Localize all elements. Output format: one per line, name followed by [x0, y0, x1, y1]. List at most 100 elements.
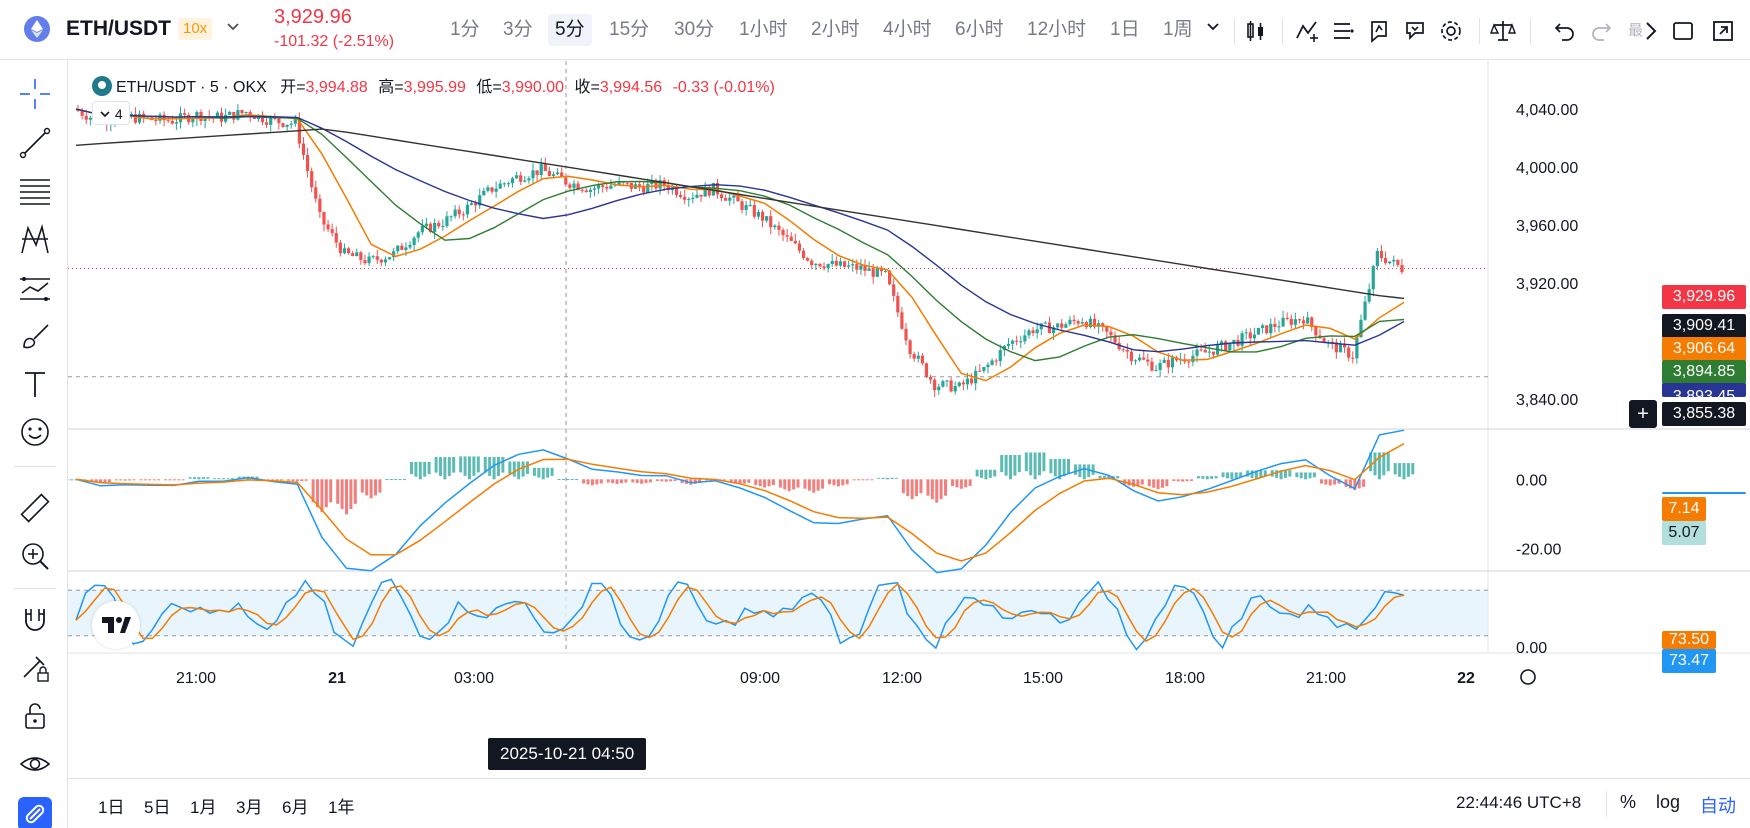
fullscreen-icon[interactable] — [1670, 18, 1696, 44]
candle-body — [289, 123, 293, 125]
forecast-icon[interactable] — [18, 271, 52, 305]
range-5d[interactable]: 5日 — [144, 793, 170, 818]
range-1d[interactable]: 1日 — [98, 793, 124, 818]
candle-body — [1056, 323, 1060, 328]
candle-body — [531, 170, 535, 179]
macd-histogram-bar — [423, 461, 427, 477]
trendline-icon[interactable] — [18, 126, 52, 160]
magnet-icon[interactable] — [18, 603, 52, 637]
macd-histogram-bar — [403, 479, 407, 481]
undo-icon[interactable] — [1552, 18, 1578, 44]
tab-12h[interactable]: 12小时 — [1020, 14, 1093, 46]
candle-body — [494, 188, 498, 192]
macd-histogram-bar — [291, 479, 295, 482]
ruler-icon[interactable] — [18, 491, 52, 525]
chart-area[interactable]: 4,040.00 4,000.00 3,960.00 3,920.00 3,840.00… — [68, 61, 1750, 777]
lock-icon[interactable] — [18, 699, 52, 733]
candle-body — [1383, 257, 1388, 264]
candles-icon[interactable] — [1243, 18, 1269, 44]
candle-body — [568, 184, 572, 188]
replay-icon[interactable] — [1402, 18, 1428, 44]
link-icon[interactable] — [18, 797, 52, 828]
indicators-icon[interactable] — [1294, 18, 1320, 44]
macd-histogram-bar — [114, 479, 118, 481]
tradingview-logo[interactable] — [92, 601, 140, 649]
emoji-icon[interactable] — [18, 415, 52, 449]
chevron-down-icon[interactable] — [226, 19, 240, 36]
tab-4h[interactable]: 4小时 — [876, 14, 939, 46]
macd-histogram-bar — [852, 479, 856, 481]
tab-5m[interactable]: 5分 — [548, 14, 592, 46]
candle-body — [572, 183, 576, 188]
candle-body — [178, 113, 183, 123]
range-1m[interactable]: 1月 — [190, 793, 216, 818]
symbol-name[interactable]: ETH/USDT — [66, 17, 171, 41]
chevron-down-icon[interactable] — [1206, 22, 1232, 48]
candle-body — [642, 187, 646, 193]
alert-icon[interactable] — [1366, 18, 1392, 44]
candle-body — [896, 295, 900, 313]
macd-histogram-bar — [177, 479, 181, 481]
auto-toggle[interactable]: 自动 — [1700, 792, 1736, 818]
add-alert-plus-icon[interactable]: + — [1629, 400, 1657, 428]
macd-histogram-bar — [206, 477, 210, 479]
candle-body — [855, 264, 859, 270]
tab-3m[interactable]: 3分 — [496, 14, 540, 46]
macd-histogram-bar — [275, 479, 279, 481]
text-icon[interactable] — [18, 367, 52, 401]
tab-2h[interactable]: 2小时 — [804, 14, 867, 46]
range-3m[interactable]: 3月 — [236, 793, 262, 818]
lock-draw-icon[interactable] — [18, 651, 52, 685]
macd-histogram-bar — [767, 479, 771, 487]
snapshot-icon[interactable] — [1710, 18, 1736, 44]
range-6m[interactable]: 6月 — [282, 793, 308, 818]
macd-histogram-bar — [1152, 479, 1156, 488]
candle-body — [1195, 349, 1199, 356]
pattern-icon[interactable] — [18, 223, 52, 257]
fib-icon[interactable] — [18, 174, 52, 208]
macd-histogram-bar — [1411, 463, 1415, 475]
tab-1m[interactable]: 1分 — [443, 14, 487, 46]
chart-canvas[interactable]: 4,040.00 4,000.00 3,960.00 3,920.00 3,840.00… — [68, 61, 1750, 777]
macd-histogram-bar — [304, 479, 308, 481]
candle-body — [592, 188, 597, 190]
range-1y[interactable]: 1年 — [328, 793, 354, 818]
macd-histogram-bar — [168, 479, 172, 481]
settings-icon[interactable] — [1438, 18, 1464, 44]
percent-toggle[interactable]: % — [1620, 792, 1636, 813]
candle-body — [838, 261, 843, 266]
candle-body — [285, 124, 289, 127]
legend-title[interactable]: ETH/USDT · 5 · OKX — [116, 79, 267, 96]
candle-body — [498, 183, 502, 189]
zoom-icon[interactable] — [18, 539, 52, 573]
candle-body — [830, 260, 834, 265]
templates-icon[interactable] — [1330, 18, 1356, 44]
candle-body — [814, 263, 818, 266]
legend-collapse-button[interactable]: 4 — [92, 101, 130, 125]
candle-body — [691, 197, 695, 199]
candle-body — [920, 355, 924, 364]
eye-icon[interactable] — [18, 747, 52, 781]
macd-histogram-bar — [771, 479, 775, 486]
brush-icon[interactable] — [18, 319, 52, 353]
tab-1h[interactable]: 1小时 — [732, 14, 795, 46]
candle-body — [301, 143, 306, 155]
scales-icon[interactable] — [1490, 18, 1516, 44]
candle-body — [465, 204, 470, 215]
candle-body — [773, 225, 777, 228]
macd-histogram-bar — [955, 479, 959, 488]
chevron-right-icon[interactable] — [1644, 20, 1670, 46]
utc-clock[interactable]: 22:44:46 UTC+8 — [1456, 793, 1581, 813]
tab-1d[interactable]: 1日 — [1103, 14, 1147, 46]
redo-icon[interactable] — [1588, 18, 1614, 44]
tab-6h[interactable]: 6小时 — [948, 14, 1011, 46]
macd-histogram-bar — [930, 479, 934, 500]
log-toggle[interactable]: log — [1656, 792, 1680, 813]
tab-15m[interactable]: 15分 — [602, 14, 656, 46]
crosshair-icon[interactable] — [18, 77, 52, 111]
candle-body — [687, 198, 691, 200]
macd-histogram-bar — [669, 479, 673, 482]
macd-histogram-bar — [619, 479, 623, 484]
tab-1w[interactable]: 1周 — [1156, 14, 1200, 46]
tab-30m[interactable]: 30分 — [667, 14, 721, 46]
